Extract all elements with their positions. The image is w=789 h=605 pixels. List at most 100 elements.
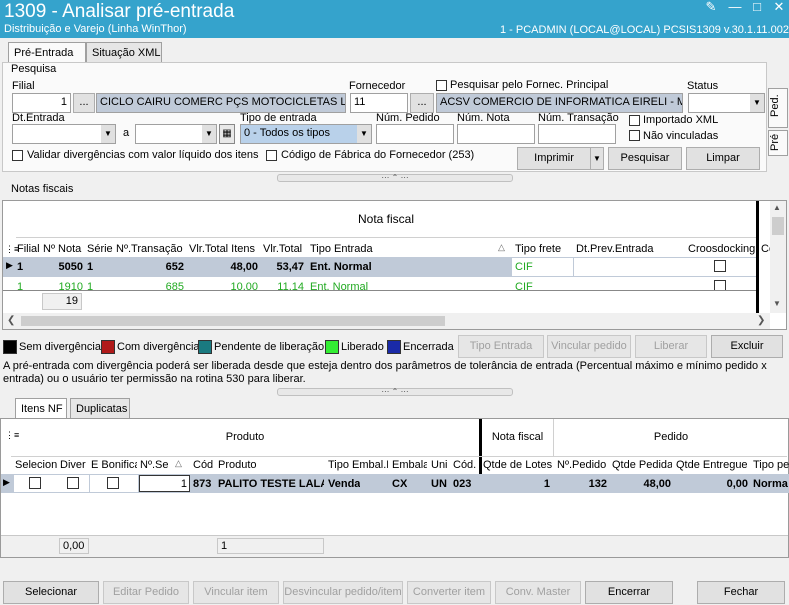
fornecedor-search-button[interactable]: ... <box>410 93 434 113</box>
chevron-left-icon[interactable]: ❮ <box>7 315 15 326</box>
maximize-icon[interactable]: □ <box>746 0 768 14</box>
tipo-entrada-button[interactable]: Tipo Entrada <box>458 335 544 358</box>
codigo-fabrica-checkbox[interactable] <box>266 150 277 161</box>
col-transacao[interactable]: Nº.Transação <box>116 243 186 255</box>
filial-search-button[interactable]: ... <box>73 93 95 113</box>
editar-pedido-button[interactable]: Editar Pedido <box>103 581 189 604</box>
chevron-down-icon[interactable]: ▼ <box>773 299 781 308</box>
scroll-thumb[interactable] <box>772 217 784 235</box>
croosdocking-checkbox[interactable] <box>714 280 726 290</box>
codigo-fabrica-label: Código de Fábrica do Fornecedor (253) <box>281 149 475 161</box>
col-dt-prev[interactable]: Dt.Prev.Entrada <box>576 243 684 255</box>
imprimir-dropdown-icon[interactable]: ▼ <box>590 147 604 170</box>
legend-swatch-sem <box>3 340 17 354</box>
col-nota[interactable]: Nº Nota <box>43 243 85 255</box>
fechar-button[interactable]: Fechar <box>697 581 785 604</box>
col-vlr-total[interactable]: Vlr.Total <box>263 243 305 255</box>
vincular-item-button[interactable]: Vincular item <box>193 581 279 604</box>
chevron-up-icon[interactable]: ▲ <box>773 203 781 212</box>
col-uni[interactable]: Uni <box>431 459 449 471</box>
chevron-right-icon[interactable]: ❯ <box>757 315 765 326</box>
chevron-down-icon[interactable]: ▼ <box>750 94 764 112</box>
desvincular-button[interactable]: Desvincular pedido/item <box>283 581 403 604</box>
col-vlr-itens[interactable]: Vlr.Total Itens <box>189 243 260 255</box>
imprimir-button[interactable]: Imprimir <box>517 147 591 170</box>
col-bonifica[interactable]: E Bonifica <box>91 459 137 471</box>
connection-info: 1 - PCADMIN (LOCAL@LOCAL) PCSIS1309 v.30… <box>500 24 789 36</box>
tab-situacao-xml[interactable]: Situação XML <box>86 42 162 63</box>
importado-xml-checkbox[interactable] <box>629 115 640 126</box>
tab-pre-entrada[interactable]: Pré-Entrada <box>8 42 86 63</box>
calendar-icon[interactable]: ▦ <box>219 124 235 144</box>
edit-icon[interactable]: ✎ <box>700 0 722 14</box>
splitter-handle-bottom[interactable]: ⋯ ⌃ ⋯ <box>277 388 513 396</box>
filial-input[interactable]: 1 <box>12 93 71 113</box>
col-croosdocking[interactable]: Croosdocking <box>688 243 756 255</box>
encerrar-button[interactable]: Encerrar <box>585 581 673 604</box>
chevron-down-icon[interactable]: ▼ <box>101 125 115 143</box>
num-transacao-input[interactable] <box>538 124 616 144</box>
tab-itens-nf[interactable]: Itens NF <box>15 398 67 419</box>
col-serie[interactable]: Série <box>87 243 113 255</box>
col-qtde-entregue[interactable]: Qtde Entregue <box>676 459 750 471</box>
num-nota-label: Núm. Nota <box>457 112 510 124</box>
tipo-entrada-label: Tipo de entrada <box>240 112 317 124</box>
col-diver[interactable]: Diver <box>60 459 88 471</box>
col-tipo-entrada[interactable]: Tipo Entrada <box>310 243 490 255</box>
cell-qtde-pedida: 48,00 <box>643 478 671 490</box>
limpar-button[interactable]: Limpar <box>686 147 760 170</box>
col-tipo-pe[interactable]: Tipo pe <box>753 459 789 471</box>
num-nota-input[interactable] <box>457 124 535 144</box>
dt-entrada-to[interactable]: ▼ <box>135 124 217 144</box>
col-selecionar[interactable]: Selecion <box>15 459 58 471</box>
notas-band-header: Nota fiscal <box>16 201 756 238</box>
fornecedor-input[interactable]: 11 <box>350 93 408 113</box>
croosdocking-checkbox[interactable] <box>714 260 726 272</box>
cell-num-pedido: 132 <box>588 478 607 490</box>
col-qtde-lotes[interactable]: Qtde de Lotes <box>483 459 553 471</box>
notas-horizontal-scrollbar[interactable]: ❮ ❯ <box>3 313 770 329</box>
table-row[interactable]: 1 1910 1 685 10,00 11,14 Ent. Normal CIF <box>3 278 756 290</box>
fornecedor-name: ACSV COMERCIO DE INFORMATICA EIRELI - ME <box>436 93 683 113</box>
chevron-down-icon[interactable]: ▼ <box>202 125 216 143</box>
legend-com-label: Com divergência <box>117 341 200 353</box>
tipo-entrada-select[interactable]: 0 - Todos os tipos ▼ <box>240 124 372 144</box>
nao-vinculadas-checkbox[interactable] <box>629 130 640 141</box>
col-produto[interactable]: Produto <box>218 459 323 471</box>
liberar-button[interactable]: Liberar <box>635 335 707 358</box>
tab-duplicatas[interactable]: Duplicatas <box>70 398 130 419</box>
chevron-down-icon[interactable]: ▼ <box>357 125 371 143</box>
conv-master-button[interactable]: Conv. Master <box>495 581 581 604</box>
col-seq[interactable]: Nº.Se <box>140 459 170 471</box>
vincular-pedido-button[interactable]: Vincular pedido <box>547 335 631 358</box>
col-qtde-pedida[interactable]: Qtde Pedida <box>612 459 672 471</box>
scroll-thumb[interactable] <box>21 316 445 326</box>
splitter-handle-top[interactable]: ⋯ ⌃ ⋯ <box>277 174 513 182</box>
dt-entrada-from[interactable]: ▼ <box>12 124 116 144</box>
validar-label: Validar divergências com valor líquido d… <box>27 149 259 161</box>
status-select[interactable]: ▼ <box>688 93 765 113</box>
minimize-icon[interactable]: — <box>724 0 746 14</box>
col-cod2[interactable]: Cód. <box>453 459 479 471</box>
close-icon[interactable]: ✕ <box>768 0 789 14</box>
bonifica-checkbox[interactable] <box>107 477 119 489</box>
col-filial[interactable]: Filial <box>17 243 41 255</box>
col-tipo-frete[interactable]: Tipo frete <box>515 243 573 255</box>
diver-checkbox[interactable] <box>67 477 79 489</box>
col-cod[interactable]: Cód <box>193 459 215 471</box>
notas-vertical-scrollbar[interactable]: ▲ ▼ <box>770 201 786 313</box>
validar-checkbox[interactable] <box>12 150 23 161</box>
selecionar-checkbox[interactable] <box>29 477 41 489</box>
converter-item-button[interactable]: Converter item <box>407 581 491 604</box>
col-tipo-embal[interactable]: Tipo Embal.F <box>328 459 388 471</box>
side-tab-pre[interactable]: Pré <box>768 130 788 156</box>
side-tab-ped[interactable]: Ped. <box>768 88 788 128</box>
selecionar-button[interactable]: Selecionar <box>3 581 99 604</box>
pesquisar-button[interactable]: Pesquisar <box>608 147 682 170</box>
col-num-pedido[interactable]: Nº.Pedido <box>557 459 609 471</box>
fornec-principal-checkbox[interactable] <box>436 80 447 91</box>
filial-label: Filial <box>12 80 35 92</box>
excluir-button[interactable]: Excluir <box>711 335 783 358</box>
col-embala[interactable]: Embala <box>392 459 427 471</box>
num-pedido-input[interactable] <box>376 124 454 144</box>
